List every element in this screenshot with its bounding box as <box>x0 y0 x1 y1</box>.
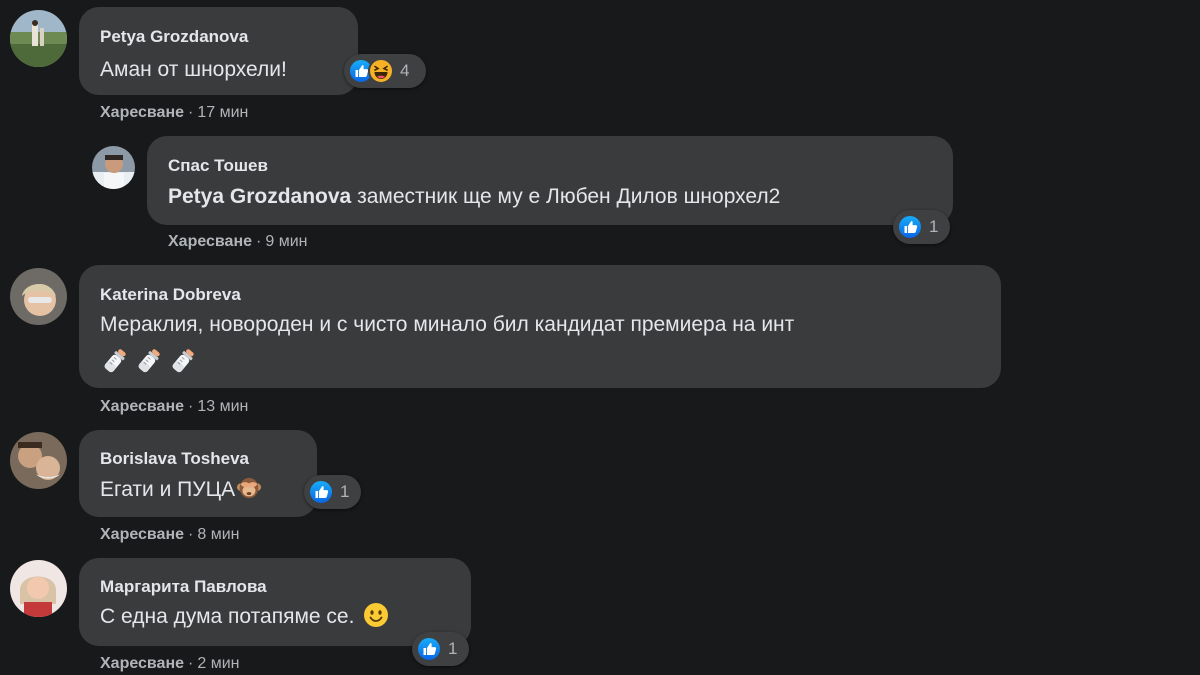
reaction-count: 4 <box>400 61 410 80</box>
slightly-smiling-face-icon <box>362 601 390 629</box>
laughing-icon <box>368 58 394 84</box>
comment-body: заместник ще му е Любен Дилов шнорхел2 <box>351 185 781 208</box>
comment-author[interactable]: Спас Тошев <box>168 156 268 176</box>
like-link[interactable]: Харесване <box>100 655 184 672</box>
reactions-summary[interactable]: 4 <box>344 54 426 88</box>
avatar[interactable] <box>10 432 67 489</box>
reaction-count: 1 <box>340 482 350 501</box>
like-link[interactable]: Харесване <box>100 398 184 415</box>
timestamp[interactable]: 2 мин <box>197 655 239 672</box>
comment-meta: Харесване · 9 мин <box>168 233 307 251</box>
baby-bottle-icon <box>100 346 130 376</box>
avatar[interactable] <box>10 268 67 325</box>
reactions-summary[interactable]: 1 <box>893 210 950 244</box>
comment-meta: Харесване · 13 мин <box>100 398 248 416</box>
mention-link[interactable]: Petya Grozdanova <box>168 185 351 208</box>
separator-dot: · <box>188 526 194 543</box>
avatar[interactable] <box>10 10 67 67</box>
comment-author[interactable]: Маргарита Павлова <box>100 577 267 597</box>
comment-text: Petya Grozdanova заместник ще му е Любен… <box>168 185 780 209</box>
like-icon <box>416 636 442 662</box>
separator-dot: · <box>256 233 262 250</box>
timestamp[interactable]: 9 мин <box>265 233 307 250</box>
comment-text: Аман от шнорхели! <box>100 58 287 81</box>
like-link[interactable]: Харесване <box>100 104 184 121</box>
like-link[interactable]: Харесване <box>100 526 184 543</box>
reaction-count: 1 <box>448 639 458 658</box>
comment-bubble <box>79 558 471 646</box>
comment-bubble <box>79 430 317 517</box>
comment-meta: Харесване · 8 мин <box>100 526 239 544</box>
comment-text: Егати и ПУЦА <box>100 478 262 502</box>
comment-bubble <box>147 136 953 225</box>
like-icon <box>897 214 923 240</box>
see-no-evil-monkey-icon <box>236 475 262 501</box>
comment-meta: Харесване · 17 мин <box>100 104 248 122</box>
comment-author[interactable]: Katerina Dobreva <box>100 285 241 305</box>
emoji-line <box>100 346 198 376</box>
like-icon <box>308 479 334 505</box>
timestamp[interactable]: 8 мин <box>197 526 239 543</box>
baby-bottle-icon <box>168 346 198 376</box>
separator-dot: · <box>188 655 194 672</box>
reaction-count: 1 <box>929 217 939 236</box>
comment-text: С една дума потапяме се. <box>100 605 390 629</box>
separator-dot: · <box>188 104 194 121</box>
comment-body: С една дума потапяме се. <box>100 605 355 628</box>
baby-bottle-icon <box>134 346 164 376</box>
timestamp[interactable]: 13 мин <box>197 398 248 415</box>
avatar[interactable] <box>92 146 135 189</box>
comment-author[interactable]: Petya Grozdanova <box>100 27 248 47</box>
comment-author[interactable]: Borislava Tosheva <box>100 449 249 469</box>
comment-text: Мераклия, новороден и с чисто минало бил… <box>100 313 795 336</box>
timestamp[interactable]: 17 мин <box>197 104 248 121</box>
comment-body: Егати и ПУЦА <box>100 478 236 501</box>
separator-dot: · <box>188 398 194 415</box>
reactions-summary[interactable]: 1 <box>304 475 361 509</box>
like-link[interactable]: Харесване <box>168 233 252 250</box>
avatar[interactable] <box>10 560 67 617</box>
comment-meta: Харесване · 2 мин <box>100 655 239 673</box>
reactions-summary[interactable]: 1 <box>412 632 469 666</box>
